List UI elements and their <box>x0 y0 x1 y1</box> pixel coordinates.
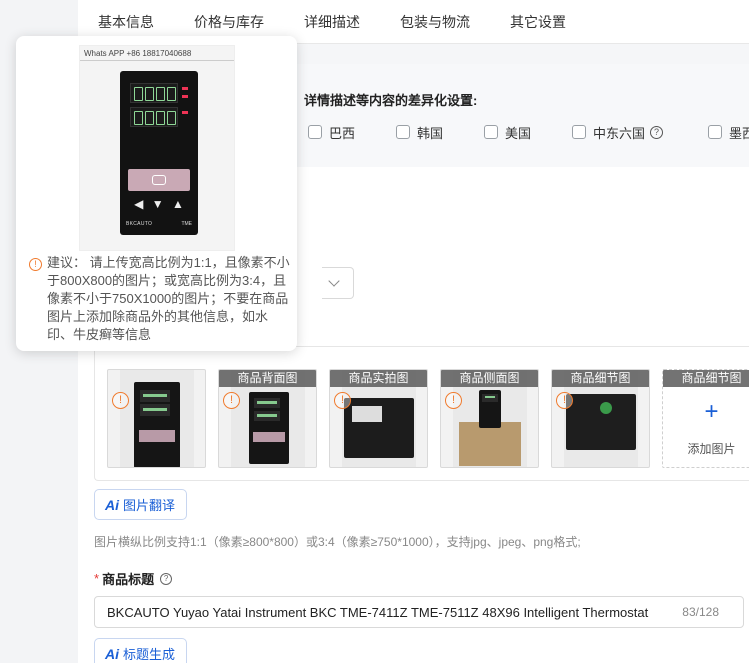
display-lower <box>130 107 178 127</box>
checkbox-box[interactable] <box>484 125 498 139</box>
warning-icon[interactable]: ! <box>112 392 129 409</box>
divider <box>80 60 234 61</box>
checkbox-usa[interactable]: 美国 <box>484 123 531 141</box>
image-slot-tag: 商品侧面图 <box>441 370 538 387</box>
add-image-slot[interactable]: 商品细节图 + 添加图片 <box>662 369 749 468</box>
image-format-hint: 图片横纵比例支持1:1（像素≥800*800）或3:4（像素≥750*1000）… <box>94 535 581 549</box>
image-slot-tag: 商品细节图 <box>663 370 749 387</box>
image-slot-tag: 商品实拍图 <box>330 370 427 387</box>
help-icon[interactable]: ? <box>650 125 664 139</box>
checkbox-box[interactable] <box>308 125 322 139</box>
tab-basic-info[interactable]: 基本信息 <box>98 12 154 32</box>
warning-icon[interactable]: ! <box>334 392 351 409</box>
product-title-value[interactable]: BKCAUTO Yuyao Yatai Instrument BKC TME-7… <box>107 605 673 620</box>
warning-icon[interactable]: ! <box>556 392 573 409</box>
display-upper <box>130 83 178 103</box>
checkbox-label: 韩国 <box>417 125 444 141</box>
dropdown-select[interactable] <box>322 267 354 299</box>
add-image-label: 添加图片 <box>687 442 736 456</box>
product-title-input[interactable]: BKCAUTO Yuyao Yatai Instrument BKC TME-7… <box>94 596 744 628</box>
ai-icon: Ai <box>105 496 119 513</box>
title-generate-button[interactable]: Ai 标题生成 <box>94 638 187 663</box>
checkbox-box[interactable] <box>708 125 722 139</box>
checkbox-korea[interactable]: 韩国 <box>396 123 443 141</box>
set-button-image <box>128 169 190 191</box>
warning-icon: ! <box>29 258 42 271</box>
image-slot-side[interactable]: 商品侧面图 ! <box>440 369 539 468</box>
warning-icon[interactable]: ! <box>445 392 462 409</box>
model-logo: TME <box>181 221 192 227</box>
chevron-down-icon <box>328 275 340 287</box>
help-icon[interactable]: ? <box>160 572 173 585</box>
thermostat-image <box>134 382 180 467</box>
image-slot-tag: 商品细节图 <box>552 370 649 387</box>
image-slot-back[interactable]: 商品背面图 ! <box>218 369 317 468</box>
preview-image: Whats APP +86 18817040688 ◀ ▼ ▲ BKCAUTO TM… <box>79 45 235 251</box>
image-slot-tag: 商品背面图 <box>219 370 316 387</box>
diff-settings-title: 详情描述等内容的差异化设置: <box>304 93 478 108</box>
product-title-label: * 商品标题 ? <box>94 569 173 588</box>
product-thumbnail <box>120 370 194 467</box>
thermostat-rear-image <box>566 394 636 450</box>
checkbox-label: 美国 <box>505 125 532 141</box>
checkbox-box[interactable] <box>572 125 586 139</box>
char-counter: 83/128 <box>682 605 719 619</box>
brand-logo: BKCAUTO <box>126 221 153 227</box>
plus-icon[interactable]: + <box>663 400 749 424</box>
image-preview-popover: Whats APP +86 18817040688 ◀ ▼ ▲ BKCAUTO TM… <box>16 36 297 351</box>
checkbox-box[interactable] <box>396 125 410 139</box>
image-translate-label: 图片翻译 <box>123 498 176 513</box>
box-image <box>459 422 521 466</box>
checkbox-label: 墨西 <box>729 125 749 141</box>
checkbox-label: 巴西 <box>329 125 356 141</box>
watermark-text: Whats APP +86 18817040688 <box>84 49 192 58</box>
checkbox-mexico[interactable]: 墨西 <box>708 123 749 141</box>
image-slot-main[interactable]: ! <box>107 369 206 468</box>
suggestion-text: 建议： 请上传宽高比例为1:1，且像素不小于800X800的图片；或宽高比例为3… <box>47 255 290 342</box>
tab-description[interactable]: 详细描述 <box>304 12 360 32</box>
thermostat-image <box>249 392 289 464</box>
image-slot-detail[interactable]: 商品细节图 ! <box>551 369 650 468</box>
image-slot-real[interactable]: 商品实拍图 ! <box>329 369 428 468</box>
thermostat-image: ◀ ▼ ▲ BKCAUTO TME <box>120 71 198 235</box>
warning-icon[interactable]: ! <box>223 392 240 409</box>
checkbox-middle-east[interactable]: 中东六国 ? <box>572 123 664 141</box>
title-generate-label: 标题生成 <box>123 647 176 662</box>
ai-icon: Ai <box>105 645 119 662</box>
checkbox-label: 中东六国 <box>593 125 646 141</box>
tab-packaging-logistics[interactable]: 包装与物流 <box>400 12 470 32</box>
thermostat-rear-image <box>344 398 414 458</box>
product-title-label-text: 商品标题 <box>102 572 155 587</box>
required-mark: * <box>94 571 100 586</box>
image-translate-button[interactable]: Ai 图片翻译 <box>94 489 187 520</box>
tab-price-stock[interactable]: 价格与库存 <box>194 12 264 32</box>
arrow-keys-image: ◀ ▼ ▲ <box>134 197 184 211</box>
tab-other-settings[interactable]: 其它设置 <box>510 12 566 32</box>
checkbox-brazil[interactable]: 巴西 <box>308 123 355 141</box>
thermostat-image <box>479 390 501 428</box>
